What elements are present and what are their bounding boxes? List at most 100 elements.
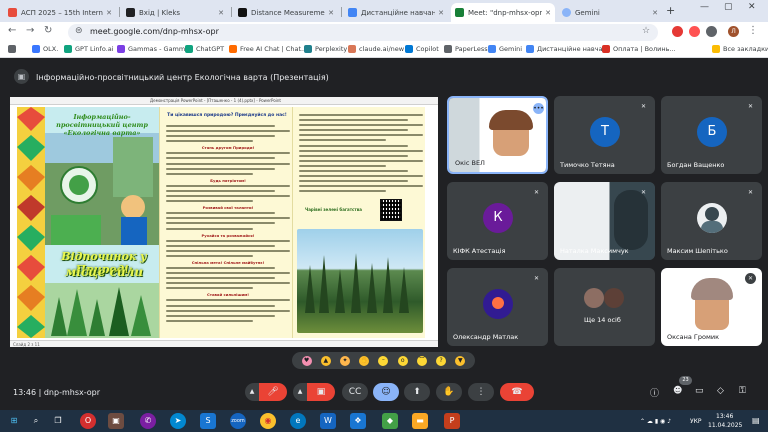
heart-icon[interactable]: ♥	[301, 355, 312, 366]
reload-icon[interactable]: ↻	[44, 25, 52, 36]
mic-button[interactable]: 🎤︎	[259, 383, 287, 401]
language-indicator[interactable]: УКР	[690, 418, 702, 425]
site-info-icon[interactable]: ⊜	[75, 26, 83, 36]
tab-kleks[interactable]: Вхід | Kleks ✕	[122, 3, 228, 22]
close-icon[interactable]: ✕	[328, 9, 334, 17]
forward-icon[interactable]: →	[26, 25, 34, 36]
bookmark-paperless[interactable]: PaperLess	[444, 45, 488, 53]
clock-date[interactable]: 11.04.2025	[708, 422, 742, 429]
bookmark-all-bookmarks[interactable]: Все закладки	[712, 45, 768, 53]
surprised-icon[interactable]: o	[397, 355, 408, 366]
raise-hand-button[interactable]: ✋	[436, 383, 462, 401]
participant-tile[interactable]: ✕ Б Богдан Ващенко	[661, 96, 762, 174]
close-icon[interactable]: ✕	[545, 9, 551, 17]
chrome-icon[interactable]: ◉	[260, 413, 276, 429]
clock-time[interactable]: 13:46	[716, 413, 733, 420]
tab-gemini[interactable]: Gemini ✕	[558, 3, 662, 22]
tab-asp-2025[interactable]: АСП 2025 – 15th Internation ✕	[4, 3, 116, 22]
extension-icon[interactable]	[672, 26, 683, 37]
people-icon[interactable]: ☻	[673, 386, 682, 396]
file-explorer-icon[interactable]: ▬	[412, 413, 428, 429]
close-window-button[interactable]: ✕	[748, 2, 756, 12]
extension-icon[interactable]	[689, 26, 700, 37]
close-icon[interactable]: ✕	[218, 9, 224, 17]
right-body-text	[299, 114, 423, 196]
qr-caption: Чарівні зелені багатства	[305, 207, 362, 212]
bookmark-free-ai-chat[interactable]: Free AI Chat | Chat...	[229, 45, 307, 53]
chat-icon[interactable]: ▭	[695, 386, 704, 396]
sad-icon[interactable]: ︶	[416, 355, 427, 366]
thumbs-down-icon[interactable]: ▼	[455, 355, 466, 366]
present-button[interactable]: ⬆	[404, 383, 430, 401]
participant-tile[interactable]: ✕ Наталка Максимчук	[554, 182, 655, 260]
camera-button[interactable]: ▣	[307, 383, 335, 401]
participant-tile[interactable]: ✕ Максим Шепітько	[661, 182, 762, 260]
bookmark-perplexity[interactable]: Perplexity	[304, 45, 347, 53]
bookmark-chatgpt[interactable]: ChatGPT	[185, 45, 224, 53]
close-icon[interactable]: ✕	[106, 9, 112, 17]
bookmark-copilot[interactable]: Copilot	[405, 45, 439, 53]
system-tray-icons[interactable]: ⌃ ☁ ▮ ◉ ♪	[640, 418, 671, 425]
participant-tile[interactable]: ••• Окіс ВЕЛ	[447, 96, 548, 174]
activities-icon[interactable]: ◇	[717, 386, 724, 396]
reactions-button[interactable]: ☺	[373, 383, 399, 401]
bookmark-gemini[interactable]: Gemini	[488, 45, 522, 53]
close-icon[interactable]: ✕	[652, 9, 658, 17]
video-options-button[interactable]: ▲	[293, 383, 307, 401]
participant-tile[interactable]: ✕ Олександр Матлак	[447, 268, 548, 346]
windows-start-icon[interactable]: ⊞	[6, 413, 22, 429]
poster-title-line2: місце сили	[64, 265, 144, 279]
address-bar[interactable]: ⊜ meet.google.com/dnp-mhsx-opr ☆	[68, 24, 658, 41]
zoom-icon[interactable]: zoom	[230, 413, 246, 429]
party-icon[interactable]: ✦	[340, 355, 351, 366]
extensions-puzzle-icon[interactable]	[706, 26, 717, 37]
skype-icon[interactable]: S	[200, 413, 216, 429]
tab-distance-measurement[interactable]: Distance Measurement using ✕	[234, 3, 338, 22]
tab-meet[interactable]: Meet: "dnp-mhsx-opr" ✕	[451, 3, 555, 22]
more-options-button[interactable]: ⋮	[468, 383, 494, 401]
bookmark-dystantsiine[interactable]: Дистанційне навча...	[526, 45, 609, 53]
profile-avatar[interactable]: Л	[728, 26, 739, 37]
maximize-button[interactable]: ▢	[724, 2, 733, 12]
participant-tile[interactable]: Ще 14 осіб	[554, 268, 655, 346]
audio-options-button[interactable]: ▲	[245, 383, 259, 401]
bookmark-claude[interactable]: claude.ai/new	[348, 45, 404, 53]
bookmark-oplata[interactable]: Оплата | Волинь...	[602, 45, 676, 53]
laugh-icon[interactable]: ᵕ	[378, 355, 389, 366]
notifications-icon[interactable]: ▤	[752, 416, 760, 425]
menu-kebab-icon[interactable]: ⋮	[748, 25, 758, 36]
back-icon[interactable]: ←	[8, 25, 16, 36]
task-view-icon[interactable]: ❐	[50, 413, 66, 429]
bookmark-olx[interactable]: OLX.	[32, 45, 58, 53]
participant-tile[interactable]: ✕ Оксана Громик	[661, 268, 762, 346]
edge-icon[interactable]: e	[290, 413, 306, 429]
telegram-icon[interactable]: ➤	[170, 413, 186, 429]
presentation-window[interactable]: Демонстрація PowerPoint - [Пташенко - 1 …	[10, 97, 438, 347]
participant-tile[interactable]: ✕ К КІФК Атестація	[447, 182, 548, 260]
app-icon[interactable]: ❖	[350, 413, 366, 429]
avatar	[697, 203, 727, 233]
app-icon[interactable]: ▣	[108, 413, 124, 429]
clap-icon[interactable]: ✋	[359, 355, 370, 366]
leave-call-button[interactable]: ☎	[500, 383, 534, 401]
minimize-button[interactable]: —	[700, 2, 709, 12]
bookmark-star-icon[interactable]: ☆	[642, 26, 650, 36]
close-icon[interactable]: ✕	[438, 9, 444, 17]
opera-icon[interactable]: O	[80, 413, 96, 429]
app-icon[interactable]: ◆	[382, 413, 398, 429]
viber-icon[interactable]: ✆	[140, 413, 156, 429]
info-icon[interactable]: ⓘ	[650, 386, 659, 399]
new-tab-button[interactable]: +	[666, 4, 675, 17]
thinking-icon[interactable]: ?	[436, 355, 447, 366]
word-icon[interactable]: W	[320, 413, 336, 429]
thumbs-up-icon[interactable]: ▲	[320, 355, 331, 366]
captions-button[interactable]: CC	[342, 383, 368, 401]
apps-grid-icon[interactable]	[8, 45, 19, 53]
bookmark-gamma[interactable]: Gammas - Gamma	[117, 45, 189, 53]
tab-dystantsiine-navchannia[interactable]: Дистанційне навчання з ✕	[344, 3, 448, 22]
host-controls-icon[interactable]: ⚿	[739, 386, 746, 396]
bookmark-gpt-linfo[interactable]: GPT Linfo.ai	[64, 45, 114, 53]
participant-tile[interactable]: ✕ Т Тимочко Тетяна	[554, 96, 655, 174]
powerpoint-icon[interactable]: P	[444, 413, 460, 429]
search-icon[interactable]: ⌕	[28, 413, 44, 429]
